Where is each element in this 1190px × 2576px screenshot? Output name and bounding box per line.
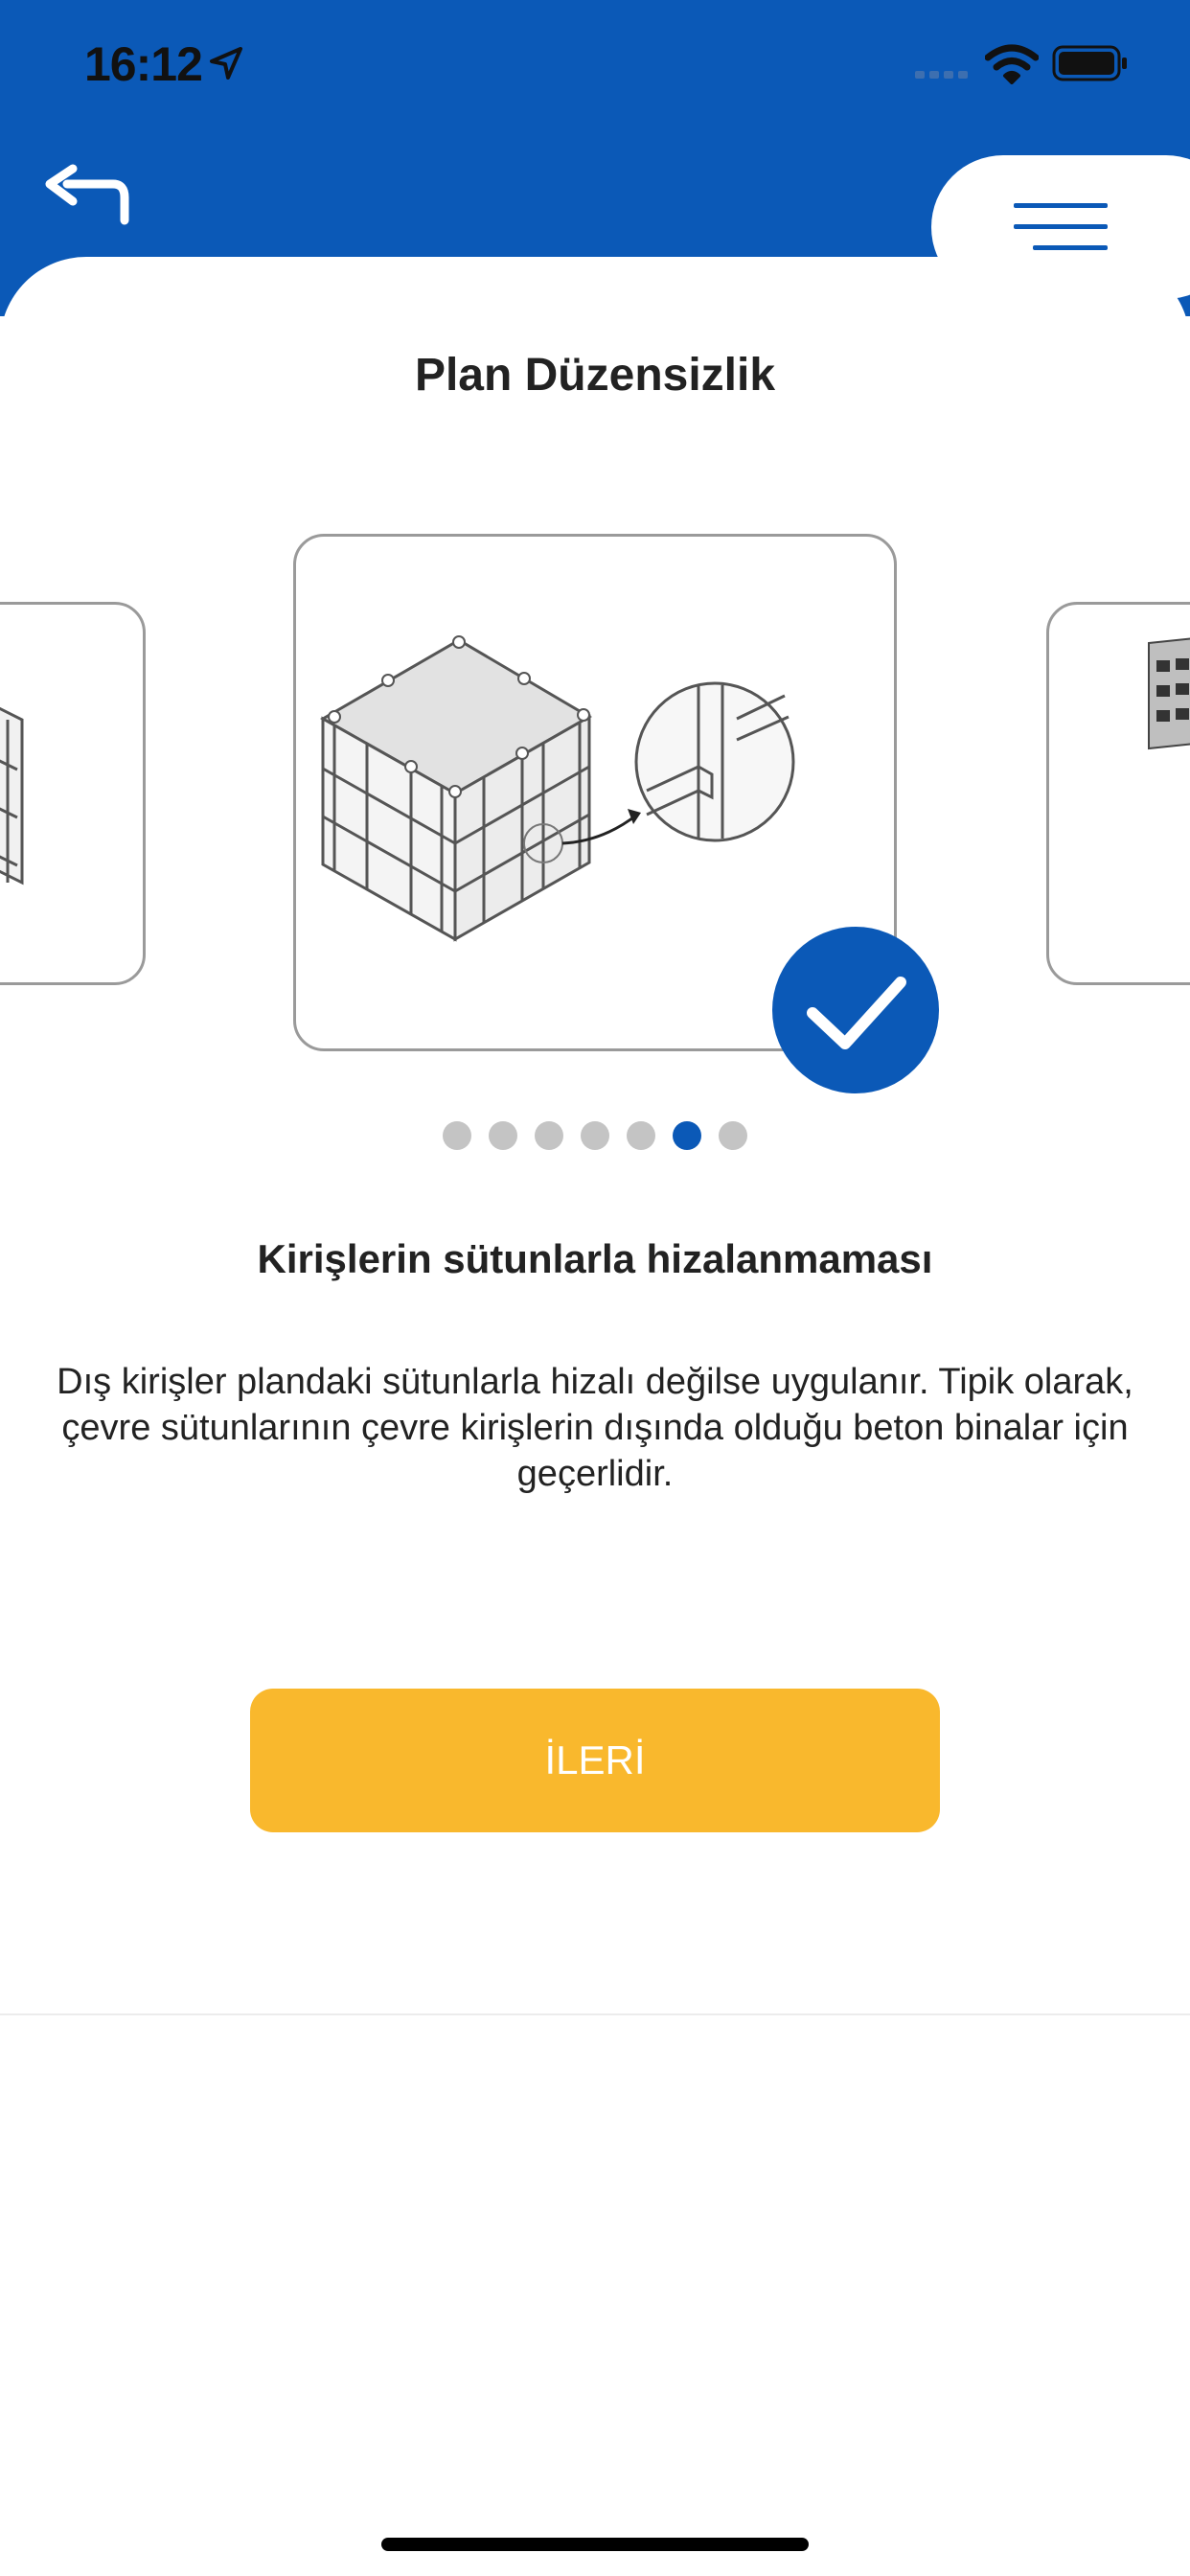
option-description: Dış kirişler plandaki sütunlarla hizalı …: [57, 1362, 1133, 1494]
pagination-dot[interactable]: [719, 1121, 747, 1150]
pagination-dot[interactable]: [581, 1121, 609, 1150]
back-arrow-icon: [45, 164, 129, 225]
status-time: 16:12: [84, 37, 203, 91]
pagination-dot[interactable]: [489, 1121, 517, 1150]
wifi-icon: [985, 44, 1039, 84]
pagination-dot[interactable]: [535, 1121, 563, 1150]
page-title: Plan Düzensizlik: [414, 350, 776, 401]
selected-badge: [772, 927, 939, 1093]
carousel-card-previous[interactable]: [0, 602, 146, 985]
menu-button[interactable]: [931, 155, 1190, 299]
option-title: Kirişlerin sütunlarla hizalanmaması: [257, 1236, 933, 1281]
location-arrow-icon: [210, 47, 242, 80]
checkmark-icon: [807, 977, 906, 1049]
home-indicator: [381, 2538, 809, 2551]
pagination-dot[interactable]: [443, 1121, 471, 1150]
back-button[interactable]: [38, 163, 134, 240]
hamburger-menu-icon: [1014, 203, 1108, 250]
carousel-card-next[interactable]: [1046, 602, 1190, 985]
battery-icon: [1052, 45, 1127, 81]
pagination-dot[interactable]: [627, 1121, 655, 1150]
cellular-signal-icon: [915, 71, 968, 79]
building-illustration: [0, 706, 24, 886]
building-illustration: [1148, 637, 1190, 750]
pagination-dots: [0, 1121, 1190, 1150]
divider: [0, 2013, 1190, 2015]
next-button[interactable]: İLERİ: [250, 1689, 940, 1832]
pagination-dot-active[interactable]: [673, 1121, 701, 1150]
